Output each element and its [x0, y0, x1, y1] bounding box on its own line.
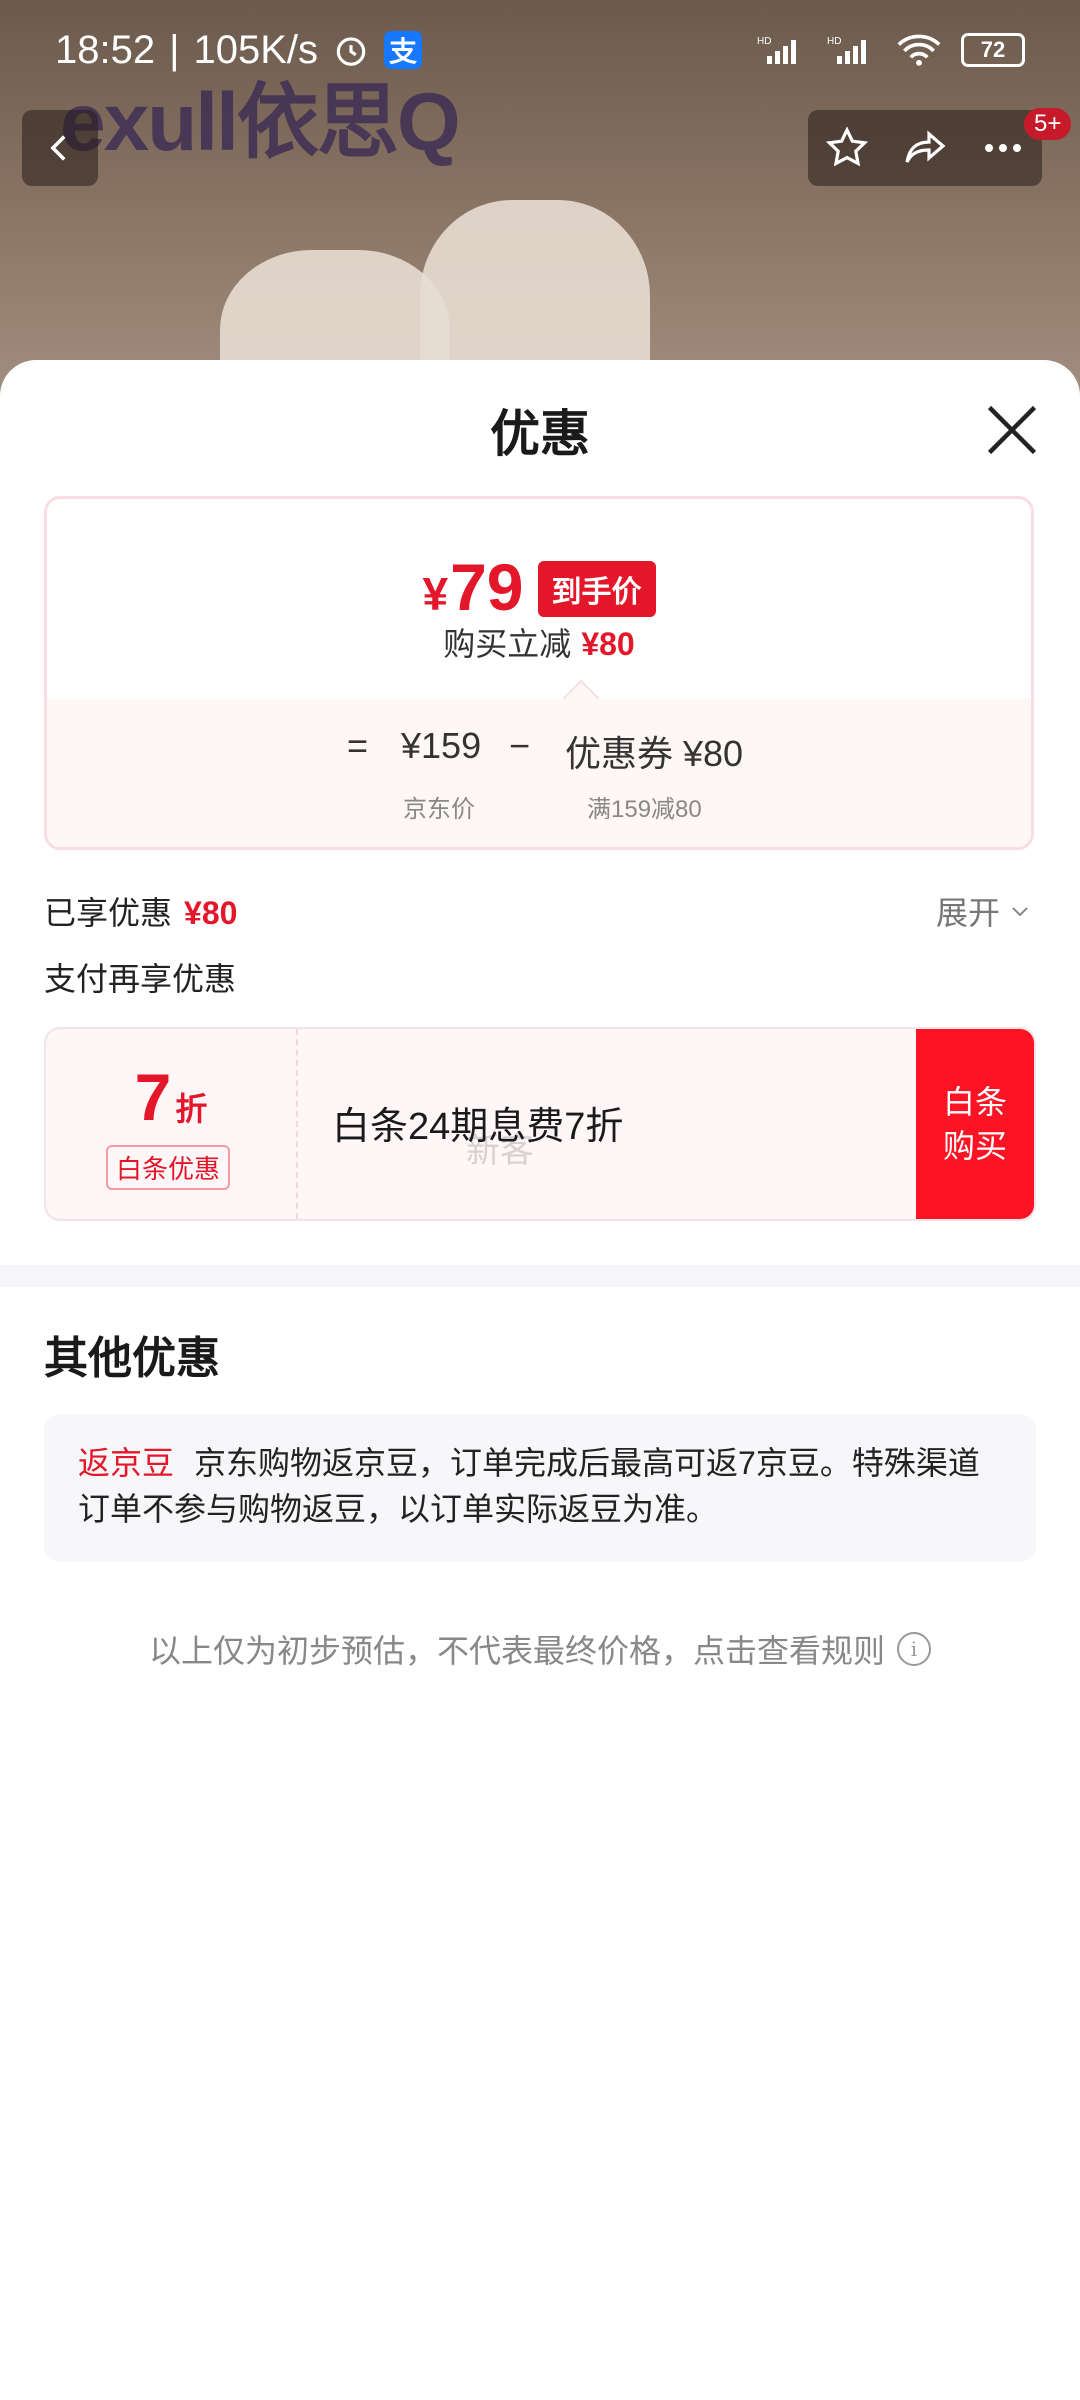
baitiao-tag: 白条优惠	[106, 1145, 231, 1190]
section-divider	[0, 1265, 1080, 1287]
price-summary-card: ¥79 到手价 购买立减 ¥80 = ¥159 − 优惠券 ¥80 京东价 满15…	[44, 496, 1034, 850]
more-icon[interactable]	[979, 124, 1027, 172]
close-icon[interactable]	[982, 400, 1042, 460]
network-speed: 105K/s	[193, 27, 319, 72]
top-actions	[808, 110, 1042, 186]
price-breakdown: = ¥159 − 优惠券 ¥80 京东价 满159减80	[47, 699, 1031, 847]
baitiao-discount: 7折	[134, 1060, 208, 1134]
signal-icon: HD	[757, 36, 796, 64]
chevron-left-icon	[50, 135, 66, 161]
final-price: ¥79	[422, 550, 524, 624]
coupon-rule: 满159减80	[587, 796, 702, 823]
battery-icon: 72	[961, 33, 1025, 67]
svg-text:HD: HD	[827, 36, 841, 47]
jd-bean-cashback-card: 返京豆 京东购物返京豆，订单完成后最高可返7京豆。特殊渠道订单不参与购物返豆，以订…	[44, 1414, 1036, 1562]
final-price-tag: 到手价	[537, 561, 656, 617]
favorite-star-icon[interactable]	[823, 124, 871, 172]
expand-button[interactable]: 展开	[936, 888, 1032, 934]
other-offers-title: 其他优惠	[44, 1334, 220, 1383]
rules-note[interactable]: 以上仅为初步预估，不代表最终价格，点击查看规则 i	[0, 1626, 1080, 1672]
payment-offers-heading: 支付再享优惠	[44, 961, 237, 997]
back-button[interactable]	[22, 110, 98, 186]
svg-text:HD: HD	[757, 36, 771, 47]
equals-sign: =	[347, 725, 369, 766]
clock: 18:52	[55, 27, 156, 72]
divider: |	[169, 27, 180, 72]
chevron-down-icon	[1012, 907, 1028, 917]
baitiao-buy-button[interactable]: 白条购买	[916, 1029, 1034, 1219]
signal-icon: HD	[827, 36, 866, 64]
sheet-title: 优惠	[490, 406, 590, 462]
baitiao-offer-card[interactable]: 7折 白条优惠 新客 白条24期息费7折 白条购买	[44, 1027, 1036, 1221]
discount-sheet: 优惠 ¥79 到手价 购买立减 ¥80 = ¥159 − 优惠券 ¥80 京东价 …	[0, 360, 1080, 2400]
wifi-icon	[897, 34, 941, 66]
status-bar: 18:52 | 105K/s 支 HD HD 72	[0, 0, 1080, 100]
bean-tag: 返京豆	[78, 1445, 175, 1481]
jd-price: ¥159	[401, 725, 482, 766]
minus-sign: −	[509, 725, 531, 766]
jd-price-label: 京东价	[403, 796, 475, 823]
enjoyed-discount: 已享优惠 ¥80	[44, 895, 238, 931]
instant-discount: 购买立减 ¥80	[443, 626, 635, 662]
baitiao-description: 白条24期息费7折	[332, 1106, 624, 1148]
alarm-icon	[336, 37, 366, 66]
bean-description: 京东购物返京豆，订单完成后最高可返7京豆。特殊渠道订单不参与购物返豆，以订单实际…	[78, 1445, 980, 1527]
message-count-badge: 5+	[1024, 108, 1072, 140]
info-icon[interactable]: i	[897, 1632, 931, 1666]
share-icon[interactable]	[901, 124, 949, 172]
alipay-icon: 支	[384, 31, 423, 69]
coupon-amount: 优惠券 ¥80	[565, 733, 744, 774]
